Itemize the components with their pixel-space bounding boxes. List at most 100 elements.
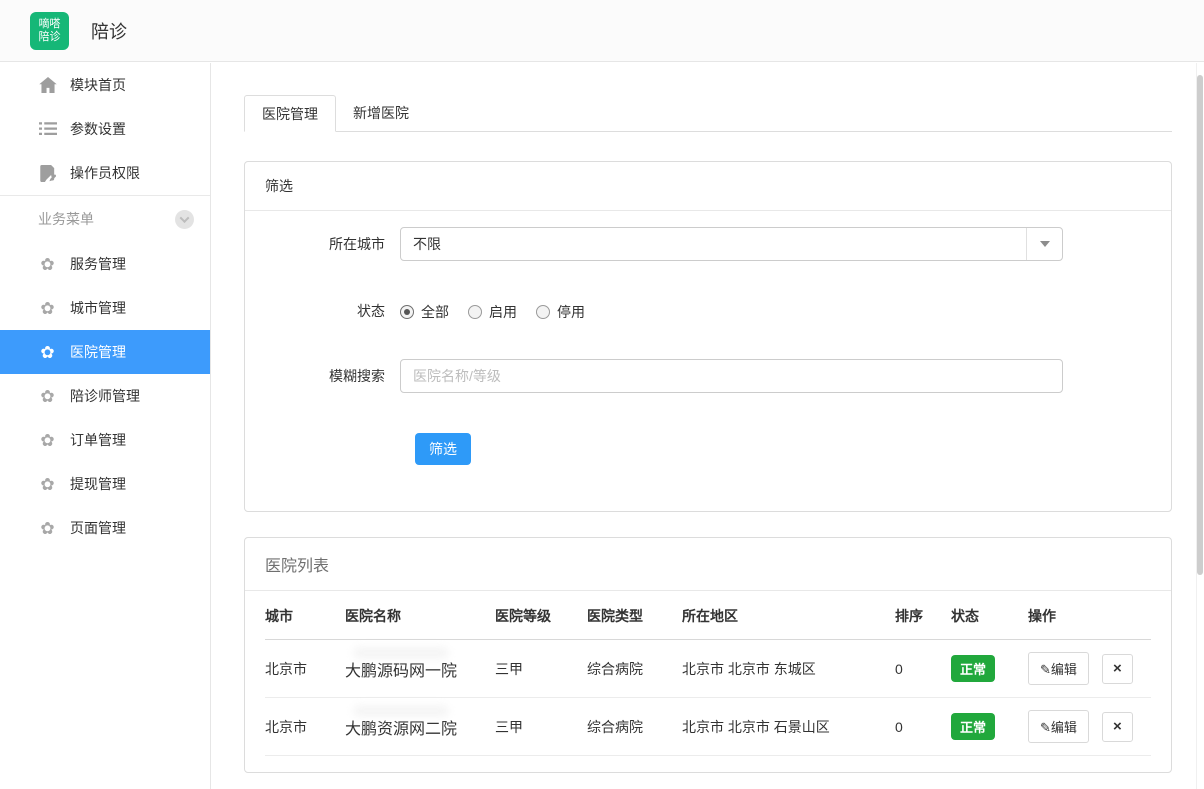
edit-button[interactable]: ✎编辑: [1028, 652, 1089, 685]
col-actions: 操作: [1020, 591, 1151, 640]
edit-button[interactable]: ✎编辑: [1028, 710, 1089, 743]
radio-icon: [536, 305, 550, 319]
gear-icon: ✿: [38, 432, 57, 449]
status-radio-group: 全部 启用 停用: [400, 300, 1063, 322]
status-badge: 正常: [951, 655, 995, 682]
filter-panel: 筛选 所在城市 不限 状态: [244, 161, 1172, 512]
sidebar-item-label: 医院管理: [70, 342, 126, 362]
col-type: 医院类型: [579, 591, 674, 640]
cell-city: 北京市: [265, 640, 337, 698]
sidebar-item-label: 模块首页: [70, 75, 126, 95]
sidebar-item-label: 参数设置: [70, 119, 126, 139]
tab-bar: 医院管理 新增医院: [244, 95, 1172, 132]
status-radio-enabled[interactable]: 启用: [468, 302, 517, 322]
radio-icon: [400, 305, 414, 319]
gear-icon: ✿: [38, 520, 57, 537]
sidebar-item-order-management[interactable]: ✿ 订单管理: [0, 418, 210, 462]
cell-grade: 三甲: [487, 698, 579, 756]
gear-icon: ✿: [38, 256, 57, 273]
tab-hospital-management[interactable]: 医院管理: [244, 95, 336, 132]
search-input[interactable]: [400, 359, 1063, 393]
cell-type: 综合病院: [579, 640, 674, 698]
pencil-icon: ✎: [1040, 720, 1051, 735]
sidebar-item-parameter-settings[interactable]: 参数设置: [0, 107, 210, 151]
gear-icon: ✿: [38, 476, 57, 493]
sidebar-section-business-menu[interactable]: 业务菜单: [0, 195, 210, 242]
gear-icon: ✿: [38, 300, 57, 317]
cell-region: 北京市 北京市 东城区: [674, 640, 887, 698]
cell-type: 综合病院: [579, 698, 674, 756]
sidebar-item-withdraw-management[interactable]: ✿ 提现管理: [0, 462, 210, 506]
col-sort: 排序: [887, 591, 943, 640]
table-header-row: 城市 医院名称 医院等级 医院类型 所在地区 排序 状态 操作: [265, 591, 1151, 640]
cell-hospital-name: 大鹏源码网一院: [345, 657, 457, 681]
chevron-down-icon[interactable]: [175, 210, 194, 229]
sidebar-item-label: 操作员权限: [70, 163, 140, 183]
sidebar-item-module-home[interactable]: 模块首页: [0, 63, 210, 107]
sidebar-item-label: 订单管理: [70, 430, 126, 450]
settings-list-icon: [38, 122, 57, 136]
hospital-list-panel: 医院列表 城市 医院名称 医院等级 医院类型 所在地区: [244, 537, 1172, 773]
cell-region: 北京市 北京市 石景山区: [674, 698, 887, 756]
status-radio-label: 全部: [421, 302, 449, 322]
cell-sort: 0: [887, 640, 943, 698]
logo-line1: 嘀嗒: [30, 18, 69, 31]
cell-grade: 三甲: [487, 640, 579, 698]
main-content: 医院管理 新增医院 筛选 所在城市 不限: [212, 63, 1204, 789]
status-radio-all[interactable]: 全部: [400, 302, 449, 322]
sidebar-item-label: 城市管理: [70, 298, 126, 318]
gear-icon: ✿: [38, 344, 57, 361]
scrollbar-track[interactable]: [1196, 63, 1204, 789]
sidebar-section-label: 业务菜单: [38, 209, 94, 229]
col-city: 城市: [265, 591, 337, 640]
app-logo: 嘀嗒 陪诊: [30, 12, 69, 50]
sidebar-item-service-management[interactable]: ✿ 服务管理: [0, 242, 210, 286]
sidebar-item-page-management[interactable]: ✿ 页面管理: [0, 506, 210, 550]
table-row: 北京市 大鹏资源网二院 三甲 综合病院 北京市 北京市 石景山区 0 正常 ✎编…: [265, 698, 1151, 756]
sidebar-item-label: 陪诊师管理: [70, 386, 140, 406]
hospital-list-title: 医院列表: [245, 538, 1171, 591]
city-select-value: 不限: [401, 234, 1026, 254]
radio-icon: [468, 305, 482, 319]
top-bar: 嘀嗒 陪诊 陪诊: [0, 0, 1204, 62]
app-title: 陪诊: [91, 18, 127, 44]
logo-line2: 陪诊: [30, 31, 69, 44]
sidebar-item-operator-permission[interactable]: 操作员权限: [0, 151, 210, 195]
filter-submit-button[interactable]: 筛选: [415, 433, 471, 465]
city-select[interactable]: 不限: [400, 227, 1063, 261]
scrollbar-thumb[interactable]: [1197, 75, 1203, 575]
status-label: 状态: [245, 301, 400, 321]
cell-city: 北京市: [265, 698, 337, 756]
col-hospital-name: 医院名称: [337, 591, 487, 640]
cell-hospital-name: 大鹏资源网二院: [345, 715, 457, 739]
watermark-smudge: [353, 705, 449, 717]
app-window: 嘀嗒 陪诊 陪诊 模块首页 参数设置: [0, 0, 1204, 789]
sidebar-item-label: 提现管理: [70, 474, 126, 494]
tab-add-hospital[interactable]: 新增医院: [336, 95, 426, 132]
col-status: 状态: [943, 591, 1020, 640]
delete-button[interactable]: ×: [1102, 654, 1133, 684]
sidebar-item-city-management[interactable]: ✿ 城市管理: [0, 286, 210, 330]
status-badge: 正常: [951, 713, 995, 740]
city-label: 所在城市: [245, 234, 400, 254]
cell-sort: 0: [887, 698, 943, 756]
hospital-table: 城市 医院名称 医院等级 医院类型 所在地区 排序 状态 操作 北京市: [265, 591, 1151, 756]
sidebar-item-escort-management[interactable]: ✿ 陪诊师管理: [0, 374, 210, 418]
sidebar-item-label: 页面管理: [70, 518, 126, 538]
search-label: 模糊搜索: [245, 366, 400, 386]
col-grade: 医院等级: [487, 591, 579, 640]
delete-button[interactable]: ×: [1102, 712, 1133, 742]
status-radio-label: 启用: [489, 302, 517, 322]
home-icon: [38, 77, 57, 93]
operator-permission-icon: [38, 165, 57, 182]
sidebar-item-label: 服务管理: [70, 254, 126, 274]
caret-down-icon: [1040, 241, 1050, 247]
city-select-caret-button[interactable]: [1026, 228, 1062, 260]
filter-panel-title: 筛选: [245, 162, 1171, 211]
sidebar: 模块首页 参数设置 操作员权限 业务菜单: [0, 63, 211, 789]
sidebar-item-hospital-management[interactable]: ✿ 医院管理: [0, 330, 210, 374]
status-radio-disabled[interactable]: 停用: [536, 302, 585, 322]
watermark-smudge: [353, 647, 449, 659]
col-region: 所在地区: [674, 591, 887, 640]
gear-icon: ✿: [38, 388, 57, 405]
